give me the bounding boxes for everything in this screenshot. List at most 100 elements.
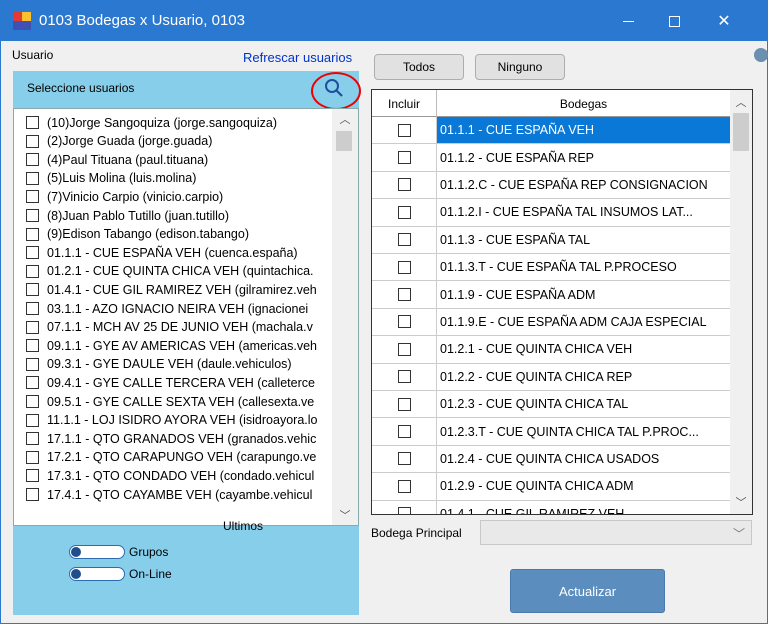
incluir-checkbox[interactable]: [397, 123, 411, 137]
grupos-switch[interactable]: [69, 545, 125, 559]
incluir-checkbox[interactable]: [397, 178, 411, 192]
user-item[interactable]: (8)Juan Pablo Tutillo (juan.tutillo): [26, 207, 336, 224]
toggle-grupos[interactable]: Grupos: [69, 545, 168, 559]
user-checkbox[interactable]: [26, 171, 39, 185]
user-item[interactable]: 09.4.1 - GYE CALLE TERCERA VEH (calleter…: [26, 374, 336, 391]
user-checkbox[interactable]: [26, 283, 39, 297]
minimize-button[interactable]: [605, 1, 651, 41]
user-checkbox[interactable]: [26, 116, 39, 129]
col-bodegas-header[interactable]: Bodegas: [437, 90, 730, 117]
bodega-row[interactable]: 01.1.3 - CUE ESPAÑA TAL: [372, 226, 730, 254]
incluir-checkbox[interactable]: [397, 452, 411, 466]
bodega-row[interactable]: 01.1.9 - CUE ESPAÑA ADM: [372, 281, 730, 309]
user-checkbox[interactable]: [26, 227, 39, 241]
maximize-button[interactable]: [651, 1, 697, 41]
incluir-checkbox[interactable]: [397, 370, 411, 384]
incluir-checkbox[interactable]: [397, 507, 411, 514]
incluir-checkbox[interactable]: [397, 233, 411, 247]
ultimos-label[interactable]: Ultimos: [223, 519, 263, 533]
bodega-row[interactable]: 01.4.1 - CUE GIL RAMIREZ VEH: [372, 500, 730, 515]
user-item[interactable]: 01.1.1 - CUE ESPAÑA VEH (cuenca.españa): [26, 244, 336, 261]
bodega-row[interactable]: 01.1.2.I - CUE ESPAÑA TAL INSUMOS LAT...: [372, 199, 730, 227]
incluir-cell: [372, 418, 437, 445]
scroll-thumb[interactable]: [336, 131, 352, 151]
grid-scrollbar[interactable]: ︿ ﹀: [730, 90, 752, 514]
todos-button[interactable]: Todos: [374, 54, 464, 80]
user-checkbox[interactable]: [26, 209, 39, 222]
bodega-principal-select[interactable]: ﹀: [480, 520, 752, 545]
ninguno-button[interactable]: Ninguno: [475, 54, 565, 80]
user-item[interactable]: (4)Paul Tituana (paul.tituana): [26, 151, 336, 168]
user-checkbox[interactable]: [26, 469, 39, 483]
user-item[interactable]: 09.1.1 - GYE AV AMERICAS VEH (americas.v…: [26, 337, 336, 354]
col-incluir-header[interactable]: Incluir: [372, 90, 437, 117]
refresh-users-link[interactable]: Refrescar usuarios: [243, 50, 352, 65]
user-item[interactable]: 17.3.1 - QTO CONDADO VEH (condado.vehicu…: [26, 467, 336, 484]
user-checkbox[interactable]: [26, 320, 39, 334]
search-button[interactable]: [323, 77, 345, 99]
incluir-checkbox[interactable]: [397, 205, 411, 219]
user-item[interactable]: (7)Vinicio Carpio (vinicio.carpio): [26, 188, 336, 205]
help-icon[interactable]: [754, 48, 768, 62]
incluir-checkbox[interactable]: [397, 315, 411, 329]
user-item[interactable]: 17.1.1 - QTO GRANADOS VEH (granados.vehi…: [26, 430, 336, 447]
bodega-row[interactable]: 01.2.1 - CUE QUINTA CHICA VEH: [372, 336, 730, 364]
user-checkbox[interactable]: [26, 246, 39, 260]
ninguno-label: Ninguno: [497, 60, 543, 74]
incluir-checkbox[interactable]: [397, 288, 411, 302]
user-checkbox[interactable]: [26, 153, 39, 167]
bodega-row[interactable]: 01.1.3.T - CUE ESPAÑA TAL P.PROCESO: [372, 254, 730, 282]
user-item[interactable]: (5)Luis Molina (luis.molina): [26, 170, 336, 187]
bodega-cell: 01.4.1 - CUE GIL RAMIREZ VEH: [440, 506, 625, 515]
bodega-row[interactable]: 01.1.2.C - CUE ESPAÑA REP CONSIGNACION: [372, 171, 730, 200]
bodega-row[interactable]: 01.2.3 - CUE QUINTA CHICA TAL: [372, 391, 730, 419]
incluir-checkbox[interactable]: [397, 260, 411, 274]
grid-scroll-up-icon[interactable]: ︿: [730, 94, 752, 110]
bodega-row[interactable]: 01.2.3.T - CUE QUINTA CHICA TAL P.PROC..…: [372, 418, 730, 446]
user-checkbox[interactable]: [26, 134, 39, 148]
bodega-row[interactable]: 01.2.4 - CUE QUINTA CHICA USADOS: [372, 445, 730, 474]
user-checkbox[interactable]: [26, 432, 39, 446]
user-item[interactable]: 09.5.1 - GYE CALLE SEXTA VEH (callesexta…: [26, 393, 336, 410]
user-checkbox[interactable]: [26, 395, 39, 408]
user-checkbox[interactable]: [26, 190, 39, 204]
user-item[interactable]: (9)Edison Tabango (edison.tabango): [26, 226, 336, 243]
grid-scroll-down-icon[interactable]: ﹀: [730, 494, 752, 510]
user-checkbox[interactable]: [26, 339, 39, 353]
user-item[interactable]: 09.3.1 - GYE DAULE VEH (daule.vehiculos): [26, 356, 336, 373]
actualizar-button[interactable]: Actualizar: [510, 569, 665, 613]
user-item[interactable]: 03.1.1 - AZO IGNACIO NEIRA VEH (ignacion…: [26, 300, 336, 317]
incluir-checkbox[interactable]: [397, 397, 411, 411]
bodega-row[interactable]: 01.1.9.E - CUE ESPAÑA ADM CAJA ESPECIAL: [372, 308, 730, 337]
user-checkbox[interactable]: [26, 413, 39, 427]
bodegas-grid[interactable]: Incluir Bodegas ︿ ﹀ 01.1.1 - CUE ESPAÑA …: [371, 89, 753, 515]
incluir-checkbox[interactable]: [397, 342, 411, 356]
incluir-checkbox[interactable]: [397, 425, 411, 439]
user-item[interactable]: (2)Jorge Guada (jorge.guada): [26, 133, 336, 150]
user-checkbox[interactable]: [26, 357, 39, 371]
user-checkbox[interactable]: [26, 264, 39, 278]
incluir-checkbox[interactable]: [397, 151, 411, 165]
incluir-checkbox[interactable]: [397, 479, 411, 493]
user-item[interactable]: 17.2.1 - QTO CARAPUNGO VEH (carapungo.ve: [26, 449, 336, 466]
bodega-row[interactable]: 01.2.2 - CUE QUINTA CHICA REP: [372, 363, 730, 391]
user-checkbox[interactable]: [26, 450, 39, 464]
bodega-row[interactable]: 01.1.1 - CUE ESPAÑA VEH: [372, 117, 730, 145]
user-item[interactable]: 07.1.1 - MCH AV 25 DE JUNIO VEH (machala…: [26, 319, 336, 336]
close-button[interactable]: ✕: [701, 1, 747, 41]
bodega-row[interactable]: 01.2.9 - CUE QUINTA CHICA ADM: [372, 473, 730, 501]
user-item[interactable]: 01.4.1 - CUE GIL RAMIREZ VEH (gilramirez…: [26, 281, 336, 298]
online-switch[interactable]: [69, 567, 125, 581]
scroll-down-icon[interactable]: ﹀: [332, 507, 358, 523]
user-item[interactable]: 01.2.1 - CUE QUINTA CHICA VEH (quintachi…: [26, 263, 336, 280]
toggle-online[interactable]: On-Line: [69, 567, 172, 581]
grid-scroll-thumb[interactable]: [733, 113, 749, 151]
users-list[interactable]: ︿ ﹀ (10)Jorge Sangoquiza (jorge.sangoqui…: [13, 108, 359, 526]
user-checkbox[interactable]: [26, 488, 39, 501]
user-item[interactable]: (10)Jorge Sangoquiza (jorge.sangoquiza): [26, 114, 336, 131]
bodega-row[interactable]: 01.1.2 - CUE ESPAÑA REP: [372, 144, 730, 172]
user-checkbox[interactable]: [26, 376, 39, 390]
user-item[interactable]: 11.1.1 - LOJ ISIDRO AYORA VEH (isidroayo…: [26, 412, 336, 429]
user-checkbox[interactable]: [26, 302, 39, 315]
user-item[interactable]: 17.4.1 - QTO CAYAMBE VEH (cayambe.vehicu…: [26, 486, 336, 503]
